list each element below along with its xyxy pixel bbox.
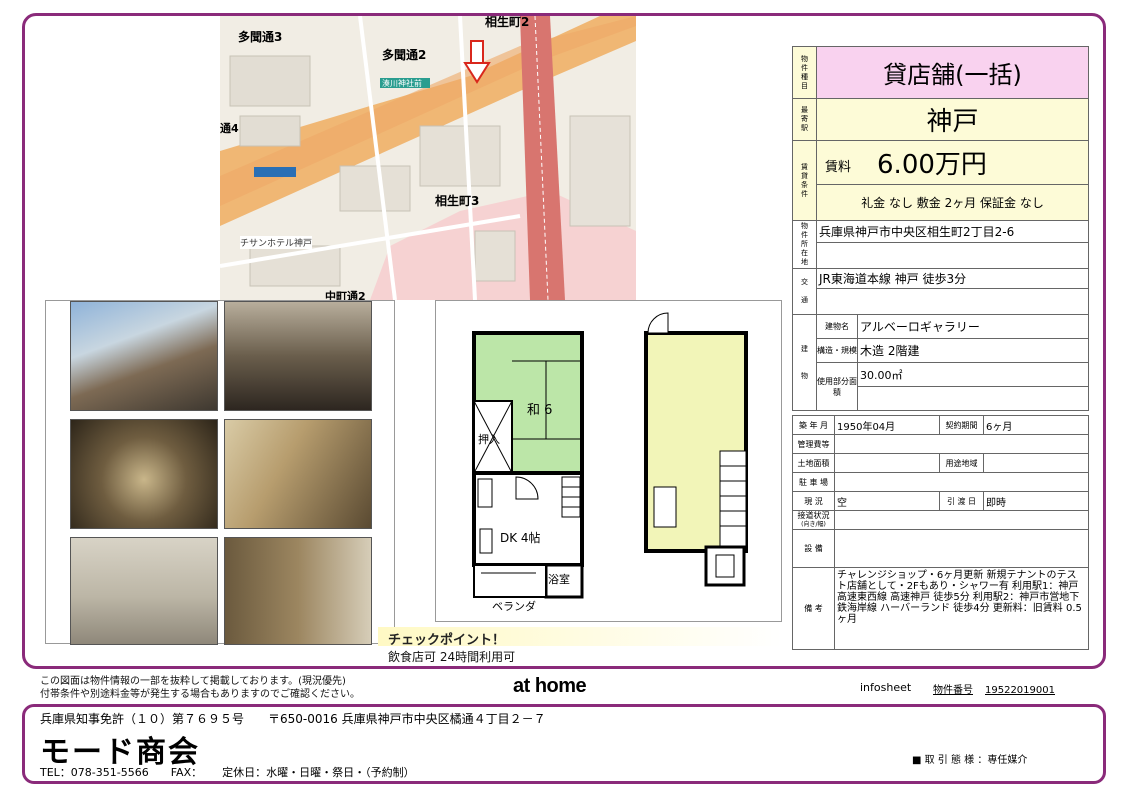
built-label: 築 年 月 (792, 415, 835, 435)
remarks-label: 備 考 (792, 567, 835, 650)
checkpoint: チェックポイント！ 飲食店可 24時間利用可 (378, 627, 782, 665)
nearest-station: 神戸 (816, 98, 1089, 141)
transport: JR東海道本線 神戸 徒歩3分 (816, 268, 1089, 289)
photo-interior-floor (224, 419, 372, 529)
location-map: 多聞通3 多聞通2 相生町2 相生町3 通4 中町通2 チサンホテル神戸 湊川神… (220, 16, 636, 300)
floor-plan-graphic (472, 312, 748, 599)
transaction-type: ■ 取 引 態 様 ：専任媒介 (912, 755, 1028, 766)
transport-label: 交通 (792, 268, 817, 315)
map-graphic (220, 16, 636, 300)
contact-info: TEL：078-351-5566 FAX： 定休日：水曜・日曜・祭日・（予約制） (40, 766, 415, 779)
type-label: 物件種目 (792, 46, 817, 99)
handover-label: 引 渡 日 (939, 491, 984, 511)
contract-period: 6ヶ月 (983, 415, 1089, 435)
bath-label: 浴室 (548, 573, 570, 586)
station-label: 最寄駅 (792, 98, 817, 141)
handover: 即時 (983, 491, 1089, 511)
checkpoint-text: 飲食店可 24時間利用可 (388, 650, 516, 664)
structure-label: 構造・規模 (816, 338, 858, 363)
building-name-label: 建物名 (816, 314, 858, 339)
rent-conditions: 礼金 なし 敷金 2ヶ月 保証金 なし (816, 184, 1089, 221)
building-name: アルベーロギャラリー (857, 314, 1089, 339)
rent-caption: 賃料 (825, 160, 852, 175)
land-area-label: 土地面積 (792, 453, 835, 473)
room-washitsu-label: 和 6 (527, 403, 553, 418)
parking-label: 駐 車 場 (792, 472, 835, 492)
rent-row: 賃料 6.00万円 (816, 140, 1089, 185)
veranda-label: ベランダ (492, 600, 536, 613)
rent-value: 6.00万円 (877, 150, 987, 180)
rent-label: 賃貸条件 (792, 140, 817, 221)
address-label: 物件所在地 (792, 220, 817, 269)
photo-shower (224, 537, 372, 645)
license-address: 兵庫県知事免許（１０）第７６９５号 〒650-0016 兵庫県神戸市中央区橘通４… (40, 712, 546, 726)
contract-label: 契約期間 (939, 415, 984, 435)
property-info-table: 物件種目 貸店舗(一括) 最寄駅 神戸 賃貸条件 賃料 6.00万円 礼金 なし … (792, 46, 1089, 650)
disclaimer: この図面は物件情報の一部を抜粋して掲載しております。(現況優先) 付帯条件や別途… (40, 675, 360, 701)
disclaimer-line1: この図面は物件情報の一部を抜粋して掲載しております。(現況優先) (40, 676, 346, 687)
photo-kitchen (70, 537, 218, 645)
photo-street (70, 301, 218, 411)
building-label: 建物 (792, 314, 817, 411)
structure: 木造 2階建 (857, 338, 1089, 363)
photo-interior-stairs (224, 301, 372, 411)
built-date: 1950年04月 (834, 415, 940, 435)
road-label: 接道状況 (向き/幅) (792, 510, 835, 530)
map-label-aioi3: 相生町3 (435, 194, 480, 208)
map-label-aioi2: 相生町2 (485, 16, 530, 29)
floor-plan: 和 6 押入 DK 4帖 浴室 ベランダ (435, 300, 782, 622)
property-number: 物件番号 19522019001 (933, 685, 1055, 696)
management-fee-label: 管理費等 (792, 434, 835, 454)
map-label-tamon3: 多聞通3 (238, 30, 283, 44)
status: 空 (834, 491, 940, 511)
remarks: チャレンジショップ・6ヶ月更新 新規テナントのテスト店舗として・2Fもあり・シャ… (834, 567, 1089, 650)
map-label-minatogawa: 湊川神社前 (382, 79, 422, 88)
infosheet-label: infosheet (860, 681, 912, 694)
status-label: 現 況 (792, 491, 835, 511)
area-label: 使用部分面積 (816, 362, 858, 411)
disclaimer-line2: 付帯条件や別途料金等が発生する場合もありますのでご確認ください。 (40, 689, 360, 700)
photo-interior-room (70, 419, 218, 529)
closet-label: 押入 (478, 433, 500, 446)
map-label-naka2: 中町通2 (325, 290, 366, 300)
zoning-label: 用途地域 (939, 453, 984, 473)
map-label-hotel: チサンホテル神戸 (240, 236, 313, 249)
checkpoint-title: チェックポイント！ (378, 627, 782, 648)
map-label-block4: 通4 (220, 122, 239, 135)
dk-label: DK 4帖 (500, 531, 541, 545)
equipment-label: 設 備 (792, 529, 835, 568)
photo-gallery (45, 300, 395, 645)
property-type: 貸店舗(一括) (816, 46, 1089, 99)
athome-logo: at home (513, 675, 587, 697)
usage-area: 30.00㎡ (857, 362, 1089, 387)
address: 兵庫県神戸市中央区相生町2丁目2-6 (816, 220, 1089, 243)
map-label-tamon2: 多聞通2 (382, 48, 427, 62)
